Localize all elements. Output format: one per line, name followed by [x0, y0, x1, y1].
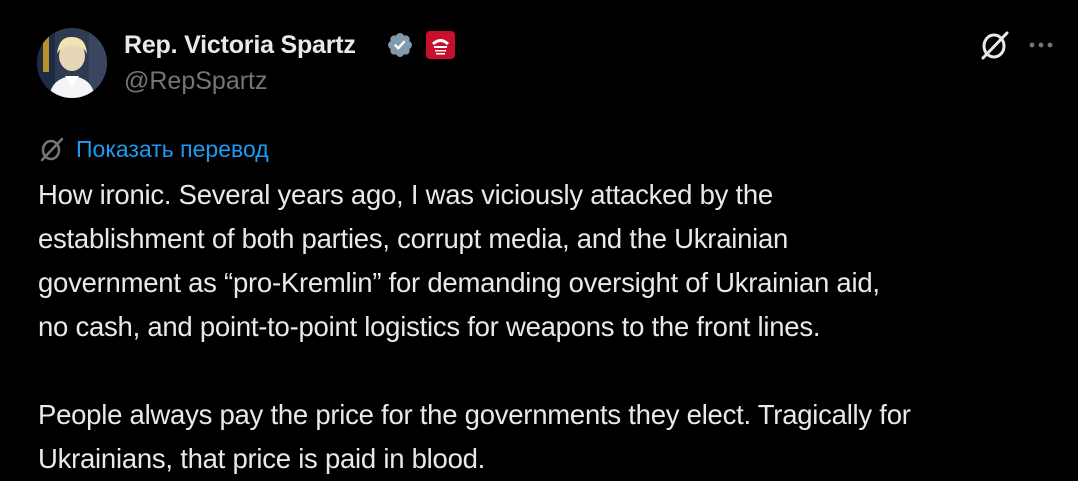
show-translation-link[interactable]: Показать перевод [38, 134, 269, 164]
verified-badge-icon [386, 31, 414, 59]
avatar[interactable] [37, 28, 107, 98]
grok-icon [38, 135, 66, 163]
tweet-text-line: government as “pro-Kremlin” for demandin… [38, 267, 880, 298]
tweet-text: How ironic. Several years ago, I was vic… [38, 173, 1068, 481]
more-options-icon[interactable] [1026, 30, 1056, 60]
tweet-card: Rep. Victoria Spartz @RepSpartz Показать… [0, 0, 1078, 474]
paragraph-break [38, 349, 1068, 393]
show-translation-label: Показать перевод [76, 136, 269, 162]
tweet-text-line: How ironic. Several years ago, I was vic… [38, 179, 773, 210]
grok-icon[interactable] [978, 28, 1012, 62]
tweet-text-line: Ukrainians, that price is paid in blood. [38, 443, 486, 474]
author-name[interactable]: Rep. Victoria Spartz [124, 30, 356, 60]
author-handle[interactable]: @RepSpartz [124, 66, 268, 96]
tweet-text-line: no cash, and point-to-point logistics fo… [38, 311, 821, 342]
tweet-text-line: People always pay the price for the gove… [38, 399, 911, 430]
avatar-image [37, 28, 107, 98]
affiliate-badge-icon[interactable] [426, 31, 455, 59]
tweet-text-line: establishment of both parties, corrupt m… [38, 223, 789, 254]
